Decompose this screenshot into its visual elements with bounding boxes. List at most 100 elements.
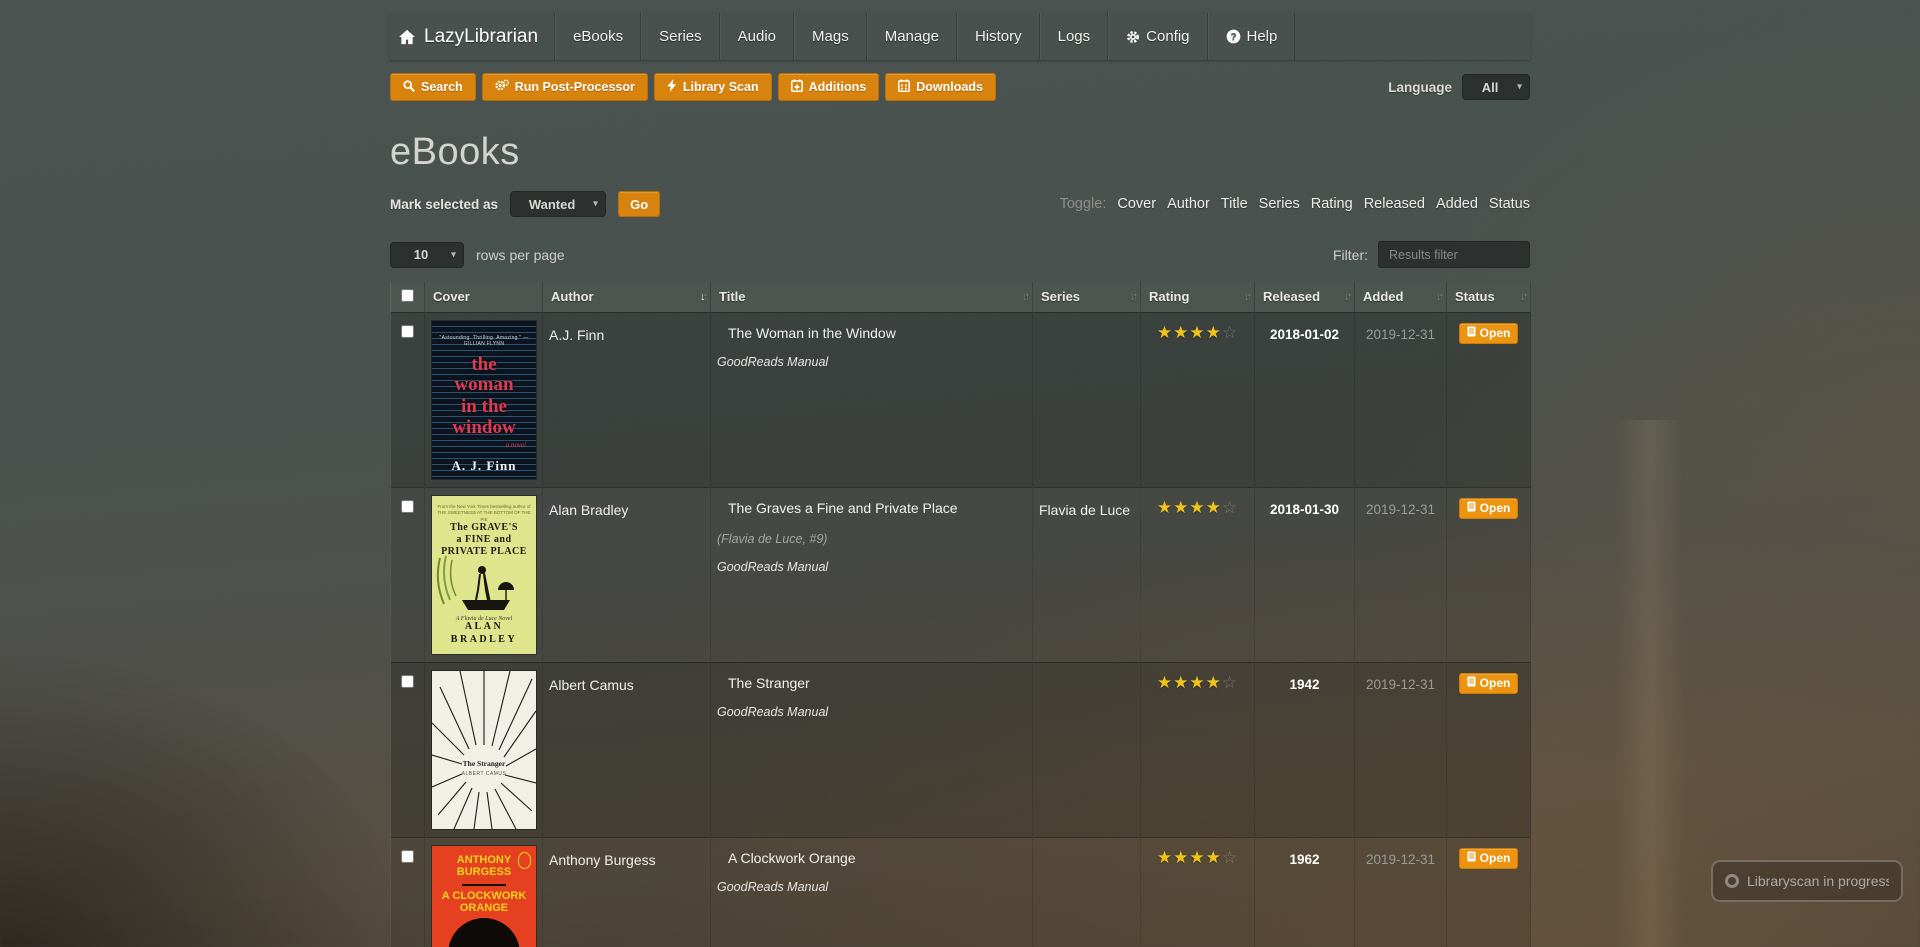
book-cover-woman-in-the-window[interactable]: "Astounding. Thrilling. Amazing." —GILLI… [432, 321, 536, 479]
sort-icon: ↓↑ [1130, 291, 1135, 303]
author-name[interactable]: A.J. Finn [543, 312, 711, 487]
language-select-wrap: All [1462, 74, 1530, 100]
nav-item-series[interactable]: Series [641, 13, 720, 60]
go-button[interactable]: Go [618, 191, 660, 217]
released-date: 1962 [1255, 837, 1355, 947]
library-scan-button[interactable]: Library Scan [654, 73, 772, 101]
language-select[interactable]: All [1462, 74, 1530, 100]
author-name[interactable]: Alan Bradley [543, 487, 711, 662]
rows-per-page-label: rows per page [476, 247, 565, 263]
boat-illustration [432, 556, 536, 619]
toggle-released[interactable]: Released [1364, 196, 1425, 212]
book-title-link[interactable]: The Graves a Fine and Private Place [728, 500, 958, 516]
row-checkbox[interactable] [401, 850, 414, 863]
sort-icon: ↓↑ [1436, 291, 1441, 303]
book-title-link[interactable]: The Woman in the Window [728, 325, 896, 341]
filter-group: Filter: [1333, 241, 1530, 268]
book-cover-the-stranger[interactable]: The Stranger ALBERT CAMUS [432, 671, 536, 829]
sort-icon: ↓↑ [1520, 291, 1525, 303]
book-title-link[interactable]: The Stranger [728, 675, 810, 691]
book-icon [1467, 676, 1476, 690]
table-row: The Stranger ALBERT CAMUS Albert Camus T… [391, 662, 1531, 837]
spinner-icon [1725, 874, 1739, 888]
book-cover-clockwork-orange[interactable]: ANTHONY BURGESS A CLOCKWORK ORANGE [432, 846, 536, 947]
book-title-link[interactable]: A Clockwork Orange [728, 850, 856, 866]
mark-toggle-row: Mark selected as Wanted Go Toggle: Cover… [390, 191, 1530, 217]
top-navbar: LazyLibrarian eBooks Series Audio Mags M… [390, 13, 1530, 60]
calendar-icon [898, 79, 910, 95]
source-label: GoodReads Manual [717, 355, 1026, 369]
brand-label: LazyLibrarian [424, 26, 538, 48]
author-name[interactable]: Albert Camus [543, 662, 711, 837]
row-checkbox[interactable] [401, 500, 414, 513]
toggle-label: Toggle: [1060, 196, 1107, 212]
author-name[interactable]: Anthony Burgess [543, 837, 711, 947]
filter-input[interactable] [1378, 241, 1530, 268]
toggle-added[interactable]: Added [1436, 196, 1478, 212]
book-cover-graves-fine-private-place[interactable]: From the New York Times bestselling auth… [432, 496, 536, 654]
added-date: 2019-12-31 [1355, 662, 1447, 837]
page-title: eBooks [390, 131, 1530, 174]
gear-icon [1126, 30, 1140, 44]
nav-item-mags[interactable]: Mags [794, 13, 867, 60]
nav-item-config[interactable]: Config [1108, 13, 1207, 60]
header-series[interactable]: Series↓↑ [1033, 282, 1141, 312]
column-toggle-group: Toggle: Cover Author Title Series Rating… [1060, 196, 1530, 212]
mark-status-select[interactable]: Wanted [510, 191, 606, 217]
nav-item-manage[interactable]: Manage [867, 13, 957, 60]
header-added[interactable]: Added↓↑ [1355, 282, 1447, 312]
toggle-cover[interactable]: Cover [1117, 196, 1156, 212]
sort-icon: ↓↑ [1244, 291, 1249, 303]
toggle-author[interactable]: Author [1167, 196, 1210, 212]
table-row: ANTHONY BURGESS A CLOCKWORK ORANGE Antho… [391, 837, 1531, 947]
toast-notification[interactable]: Libraryscan in progress ... [1711, 860, 1903, 902]
open-button[interactable]: Open [1459, 848, 1519, 869]
source-label: GoodReads Manual [717, 705, 1026, 719]
header-title[interactable]: Title↓↑ [711, 282, 1033, 312]
open-button[interactable]: Open [1459, 498, 1519, 519]
nav-item-audio[interactable]: Audio [720, 13, 794, 60]
header-status[interactable]: Status↓↑ [1447, 282, 1531, 312]
list-controls-row: 10 rows per page Filter: [390, 241, 1530, 268]
toast-message: Libraryscan in progress ... [1747, 873, 1889, 889]
released-date: 2018-01-30 [1255, 487, 1355, 662]
header-cover[interactable]: Cover [425, 282, 543, 312]
open-button[interactable]: Open [1459, 323, 1519, 344]
series-name [1033, 837, 1141, 947]
nav-item-help[interactable]: ? Help [1208, 13, 1296, 60]
additions-button[interactable]: Additions [778, 73, 880, 101]
question-icon: ? [1226, 29, 1241, 44]
series-name [1033, 662, 1141, 837]
home-icon [398, 28, 416, 46]
run-post-processor-button[interactable]: Run Post-Processor [482, 73, 648, 101]
search-button[interactable]: Search [390, 73, 476, 101]
toggle-rating[interactable]: Rating [1311, 196, 1353, 212]
header-author[interactable]: Author↓↑ [543, 282, 711, 312]
toggle-series[interactable]: Series [1259, 196, 1300, 212]
filter-label: Filter: [1333, 247, 1368, 263]
brand-link[interactable]: LazyLibrarian [390, 13, 555, 60]
nav-items: eBooks Series Audio Mags Manage History … [555, 13, 1295, 60]
select-all-header [391, 282, 425, 312]
table-row: From the New York Times bestselling auth… [391, 487, 1531, 662]
header-released[interactable]: Released↓↑ [1255, 282, 1355, 312]
nav-item-ebooks[interactable]: eBooks [555, 13, 641, 60]
toggle-title[interactable]: Title [1221, 196, 1248, 212]
released-date: 2018-01-02 [1255, 312, 1355, 487]
mark-select-wrap: Wanted [510, 191, 606, 217]
bolt-icon [667, 79, 677, 95]
downloads-button[interactable]: Downloads [885, 73, 996, 101]
select-all-checkbox[interactable] [401, 289, 414, 302]
language-label: Language [1388, 80, 1452, 95]
nav-item-logs[interactable]: Logs [1040, 13, 1109, 60]
row-checkbox[interactable] [401, 325, 414, 338]
rows-per-page-select[interactable]: 10 [390, 242, 464, 268]
open-button[interactable]: Open [1459, 673, 1519, 694]
released-date: 1942 [1255, 662, 1355, 837]
series-name[interactable]: Flavia de Luce [1033, 487, 1141, 662]
svg-text:?: ? [1230, 32, 1236, 43]
toggle-status[interactable]: Status [1489, 196, 1530, 212]
row-checkbox[interactable] [401, 675, 414, 688]
nav-item-history[interactable]: History [957, 13, 1040, 60]
header-rating[interactable]: Rating↓↑ [1141, 282, 1255, 312]
